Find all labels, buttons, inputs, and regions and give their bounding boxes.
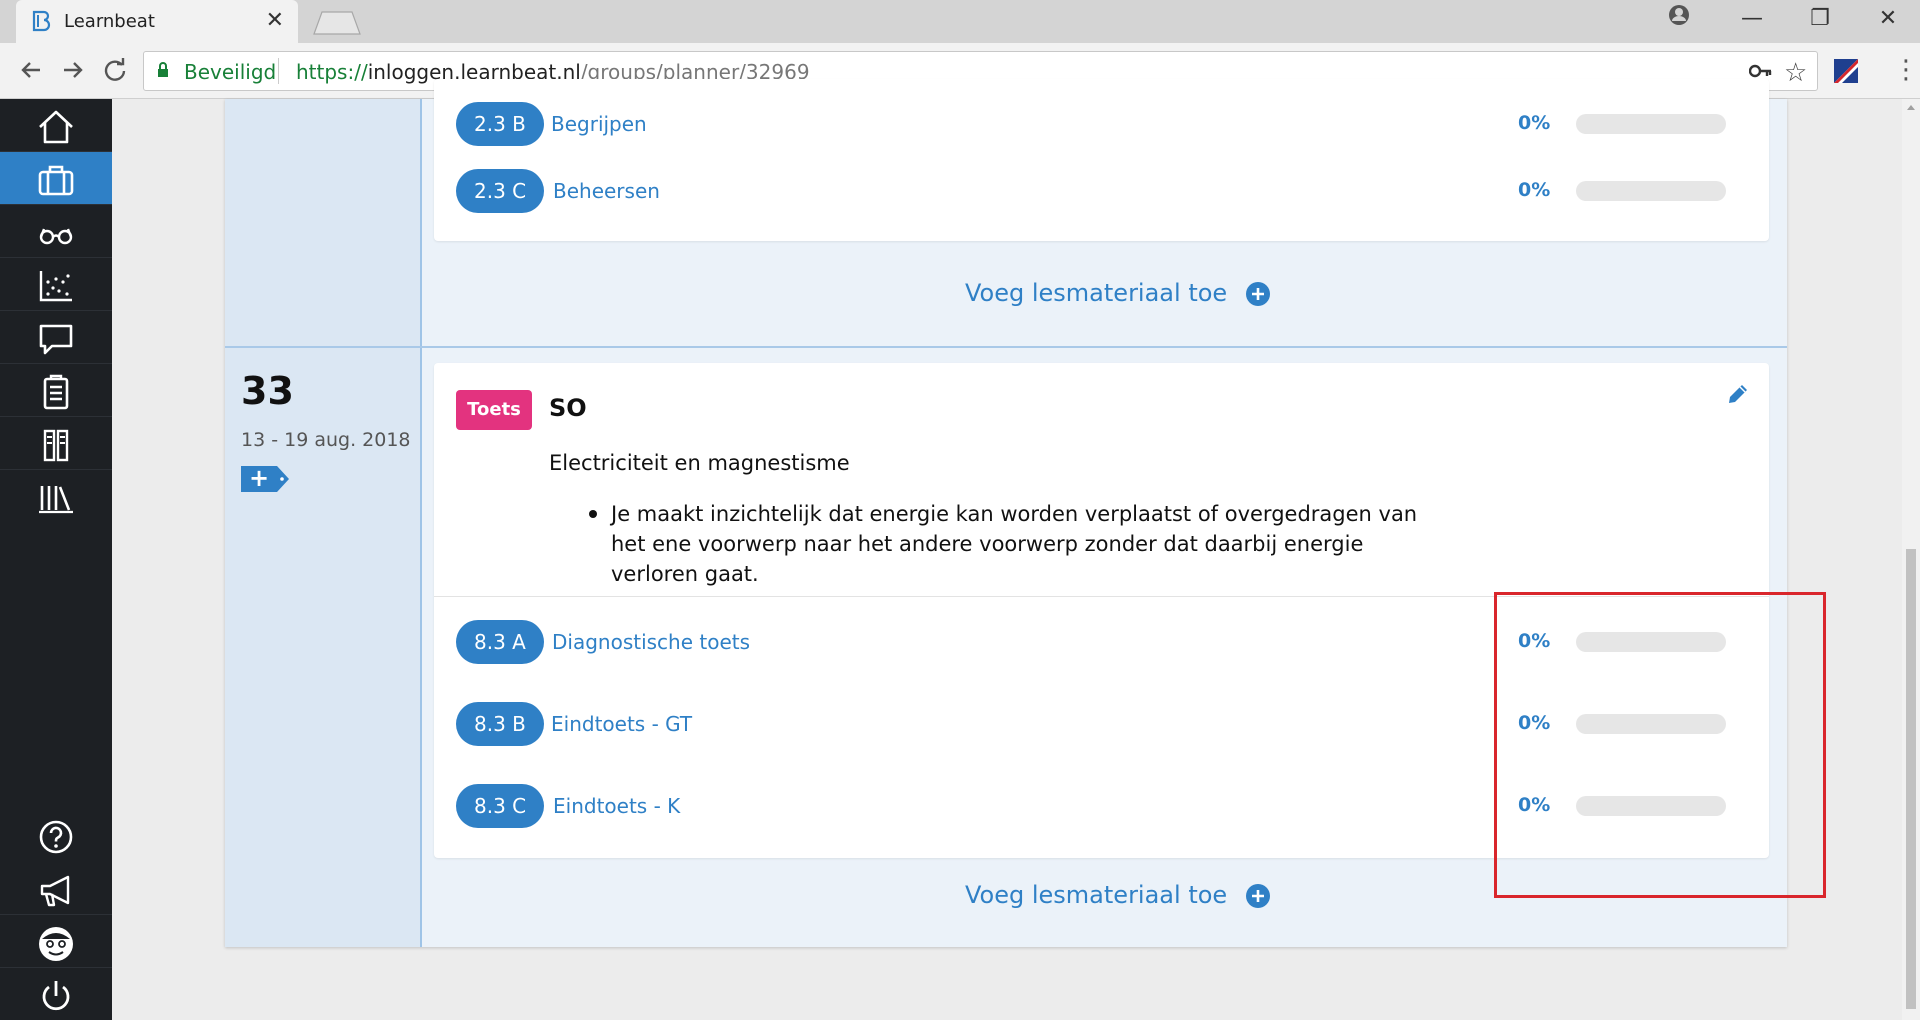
list-item[interactable]: 2.3 B Begrijpen 0% (456, 102, 1746, 148)
glasses-icon (39, 228, 73, 245)
lesson-code-pill[interactable]: 2.3 C (456, 169, 545, 213)
sidebar-item-help[interactable] (0, 809, 112, 861)
library-icon (39, 486, 73, 514)
test-title: SO (549, 394, 587, 422)
browser-tab[interactable]: Learnbeat ✕ (16, 0, 298, 43)
progress-bar (1576, 181, 1726, 201)
progress-percent: 0% (1518, 794, 1551, 816)
app-sidebar (0, 99, 112, 1020)
sidebar-item-methods[interactable] (0, 417, 112, 470)
tab-title: Learnbeat (64, 11, 155, 32)
list-item[interactable]: 8.3 C Eindtoets - K 0% (456, 784, 1746, 830)
test-badge: Toets (456, 390, 532, 430)
avatar-icon (39, 927, 73, 961)
scrollbar-thumb[interactable] (1906, 549, 1916, 1009)
list-item[interactable]: 2.3 C Beheersen 0% (456, 169, 1746, 215)
restore-button[interactable]: ❐ (1800, 6, 1840, 31)
sidebar-item-review[interactable] (0, 205, 112, 258)
edit-pencil-icon[interactable] (1725, 381, 1751, 407)
card-separator (434, 596, 1769, 597)
scroll-up-arrow-icon[interactable] (1902, 100, 1920, 114)
sidebar-item-logout[interactable] (0, 968, 112, 1020)
sidebar-item-planner[interactable] (0, 152, 112, 205)
new-tab-button[interactable] (312, 10, 362, 36)
list-item[interactable]: 8.3 B Eindtoets - GT 0% (456, 702, 1746, 748)
back-arrow-icon[interactable] (16, 55, 46, 85)
test-card: Toets SO Electriciteit en magnestisme Je… (434, 363, 1769, 858)
lock-icon (158, 62, 168, 77)
plus-circle-icon (1245, 884, 1270, 908)
page-scrollbar[interactable] (1902, 99, 1920, 1020)
planner-table: 2.3 B Begrijpen 0% 2.3 C Beheersen 0% Vo… (225, 79, 1787, 947)
clipboard-icon (43, 374, 69, 410)
progress-percent: 0% (1518, 712, 1551, 734)
sidebar-item-announcements[interactable] (0, 862, 112, 915)
lesson-code-pill[interactable]: 8.3 B (456, 702, 544, 746)
books-icon (43, 429, 69, 462)
tab-close-icon[interactable]: ✕ (266, 8, 284, 33)
lesson-code-pill[interactable]: 8.3 A (456, 620, 544, 664)
week-dates: 13 - 19 aug. 2018 (241, 429, 411, 451)
browser-tab-bar: Learnbeat ✕ — ❐ ✕ (0, 0, 1920, 43)
progress-bar (1576, 796, 1726, 816)
forward-arrow-icon[interactable] (58, 55, 88, 85)
reload-icon[interactable] (100, 55, 130, 85)
lesson-title-link[interactable]: Begrijpen (551, 112, 647, 136)
bookmark-star-icon[interactable]: ☆ (1784, 58, 1807, 88)
browser-menu-icon[interactable]: ⋮ (1893, 55, 1919, 85)
lesson-title-link[interactable]: Beheersen (553, 179, 660, 203)
lesson-title-link[interactable]: Diagnostische toets (552, 630, 750, 654)
progress-percent: 0% (1518, 630, 1551, 652)
sidebar-item-messages[interactable] (0, 311, 112, 364)
add-tag-plus: + (249, 464, 270, 492)
learning-goals-list: Je maakt inzichtelijk dat energie kan wo… (549, 499, 1449, 589)
progress-bar (1576, 632, 1726, 652)
sidebar-item-results[interactable] (0, 258, 112, 311)
help-icon (39, 820, 73, 854)
progress-percent: 0% (1518, 179, 1551, 201)
plus-circle-icon (1245, 282, 1270, 306)
minimize-button[interactable]: — (1732, 6, 1772, 31)
extension-flag-icon[interactable] (1834, 59, 1858, 83)
briefcase-icon (38, 165, 74, 196)
secure-label: Beveiligd (184, 60, 277, 84)
omnibox-separator (278, 58, 279, 84)
megaphone-icon (40, 875, 70, 907)
add-material-label: Voeg lesmateriaal toe (965, 279, 1228, 307)
sidebar-item-profile[interactable] (0, 915, 112, 968)
chat-icon (39, 324, 73, 355)
lesson-title-link[interactable]: Eindtoets - GT (551, 712, 692, 736)
close-window-button[interactable]: ✕ (1868, 6, 1908, 31)
home-icon (39, 110, 73, 144)
sidebar-item-tasks[interactable] (0, 364, 112, 417)
add-material-label: Voeg lesmateriaal toe (965, 881, 1228, 909)
learning-goal: Je maakt inzichtelijk dat energie kan wo… (549, 499, 1449, 589)
learnbeat-favicon-icon (32, 10, 51, 32)
week-number: 33 (241, 369, 294, 413)
week-column (225, 99, 422, 346)
sidebar-item-library[interactable] (0, 470, 112, 522)
key-icon[interactable] (1749, 62, 1773, 80)
lesson-code-pill[interactable]: 8.3 C (456, 784, 545, 828)
add-material-button[interactable]: Voeg lesmateriaal toe (965, 881, 1271, 909)
url-scheme: https:// (296, 60, 368, 84)
sidebar-item-home[interactable] (0, 99, 112, 152)
progress-bar (1576, 714, 1726, 734)
lesson-card: 2.3 B Begrijpen 0% 2.3 C Beheersen 0% (434, 79, 1769, 241)
progress-bar (1576, 114, 1726, 134)
list-item[interactable]: 8.3 A Diagnostische toets 0% (456, 620, 1746, 666)
profile-icon[interactable] (1668, 4, 1690, 26)
lesson-code-pill[interactable]: 2.3 B (456, 102, 544, 146)
add-label-button[interactable]: + (241, 464, 291, 492)
add-material-button[interactable]: Voeg lesmateriaal toe (965, 279, 1271, 307)
test-description: Electriciteit en magnestisme (549, 451, 850, 475)
power-icon (42, 981, 70, 1011)
chart-icon (39, 271, 72, 302)
lesson-title-link[interactable]: Eindtoets - K (553, 794, 680, 818)
progress-percent: 0% (1518, 112, 1551, 134)
